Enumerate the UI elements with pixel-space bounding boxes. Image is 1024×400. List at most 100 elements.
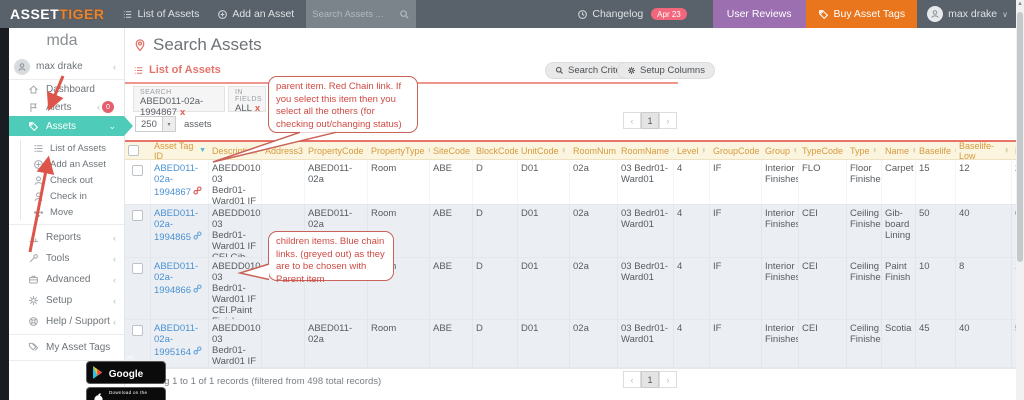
cell-address3 [262, 320, 305, 367]
cell-typecode: CEI [799, 258, 847, 319]
column-header-description[interactable]: Description▲▼ [209, 142, 262, 159]
prev-page-button[interactable]: ‹ [623, 371, 641, 388]
divider [125, 368, 1016, 369]
sidebar-item-my-asset-tags[interactable]: My Asset Tags [0, 337, 124, 358]
sidebar-item-tools[interactable]: Tools ‹ [0, 248, 124, 269]
sidebar-user-menu[interactable]: max drake ‹ [0, 54, 124, 80]
wrench-icon [29, 254, 38, 263]
list-icon [124, 10, 132, 18]
topnav-add-an-asset[interactable]: Add an Asset [217, 8, 294, 20]
sidebar-item-alerts[interactable]: Alerts 0 ‹ [0, 98, 124, 116]
column-header-group[interactable]: Group ▲ ▼ [762, 142, 799, 159]
buy-asset-tags-button[interactable]: Buy Asset Tags [805, 0, 918, 28]
annotation-parent-item-note: parent item. Red Chain link. If you sele… [268, 76, 418, 133]
column-header-name[interactable]: Name ▲ ▼ [882, 142, 916, 159]
page-number-button[interactable]: 1 [641, 371, 659, 388]
column-header-propertytype[interactable]: PropertyType ▲ ▼ [368, 142, 430, 159]
cell-group: Interior Finishes [762, 320, 799, 367]
assettiger-logo[interactable]: ASSETTIGER [10, 6, 104, 22]
sidebar-item-setup[interactable]: Setup ‹ [0, 290, 124, 311]
asset-tag-link[interactable]: ABED011-02a-1994865 [154, 208, 198, 243]
cell-group: Interior Finishes [762, 205, 799, 257]
cell-level: 4 [674, 320, 710, 367]
user-menu[interactable]: max drake ∨ [927, 6, 1008, 22]
column-header-groupcode[interactable]: GroupCode▲▼ [710, 142, 762, 159]
table-row: ABED011-02a-1994865 ABEDD0102a 03 Bedr01-… [125, 205, 1016, 258]
sidebar-item-add-an-asset[interactable]: Add an Asset [21, 156, 124, 172]
scrollbar-thumb[interactable] [1017, 12, 1023, 262]
next-page-button[interactable]: › [659, 371, 677, 388]
assets-table: Asset Tag ID▼Description▲▼Address3▲▼Prop… [125, 140, 1016, 368]
chevron-left-icon: ‹ [113, 274, 116, 285]
chain-link-icon [193, 231, 202, 240]
scrollbar-up-arrow[interactable]: ▲ [1016, 1, 1024, 7]
search-icon [555, 66, 563, 74]
cell-typecode: FLO [799, 160, 847, 204]
logo-asset: ASSET [10, 6, 60, 22]
chevron-down-icon: ∨ [1002, 9, 1008, 19]
vertical-scrollbar[interactable]: ▲ [1016, 0, 1024, 400]
search-icon[interactable] [399, 9, 410, 20]
cell-groupcode: IF [710, 258, 762, 319]
column-header-typecode[interactable]: TypeCode▲▼ [799, 142, 847, 159]
apple-icon [94, 393, 103, 400]
cell-group: Interior Finishes [762, 258, 799, 319]
next-page-button[interactable]: › [659, 112, 677, 129]
column-header-blockcode[interactable]: BlockCode▲▼ [473, 142, 518, 159]
tags-icon [28, 342, 39, 351]
column-header-level[interactable]: Level ▲ ▼ [674, 142, 710, 159]
app-store-badge[interactable]: Download on theApp Store [86, 387, 166, 400]
column-header-propertycode[interactable]: PropertyCode▲▼ [305, 142, 368, 159]
topnav-list-of-assets[interactable]: List of Assets [122, 8, 199, 20]
page-size-dropdown-arrow[interactable]: ▾ [163, 116, 176, 132]
sidebar-item-dashboard[interactable]: Dashboard [0, 80, 124, 98]
sidebar-item-check-out[interactable]: Check out [21, 172, 124, 188]
person-icon [931, 10, 939, 18]
sidebar-item-check-in[interactable]: Check in [21, 188, 124, 204]
column-header-roomnum[interactable]: RoomNum▲▼ [570, 142, 618, 159]
asset-tag-cell: ABED011-02a-1994865 [151, 205, 209, 257]
column-header-sitecode[interactable]: SiteCode▲▼ [430, 142, 473, 159]
column-header-asset-tag-id[interactable]: Asset Tag ID ▼ [151, 142, 209, 159]
cell-typecode: CEI [799, 320, 847, 367]
column-header-roomname[interactable]: RoomName▲▼ [618, 142, 674, 159]
google-play-icon [93, 366, 103, 379]
organization-name: mda [46, 32, 78, 49]
move-icon [33, 207, 44, 217]
sidebar-item-help-support[interactable]: Help / Support ‹ [0, 311, 124, 332]
briefcase-icon [29, 275, 38, 284]
row-checkbox[interactable] [132, 165, 143, 176]
cell-baselife: 15 [916, 160, 956, 204]
sidebar-item-move[interactable]: Move [21, 204, 124, 220]
prev-page-button[interactable]: ‹ [623, 112, 641, 129]
column-header-baselife[interactable]: Baselife▲▼ [916, 142, 956, 159]
sidebar-item-advanced[interactable]: Advanced ‹ [0, 269, 124, 290]
setup-columns-button[interactable]: Setup Columns [617, 62, 715, 79]
row-checkbox[interactable] [132, 210, 143, 221]
tag-icon [29, 121, 39, 131]
sidebar-item-list-of-assets[interactable]: List of Assets [21, 140, 124, 156]
cell-baselife: 10 [916, 258, 956, 319]
column-header-unitcode[interactable]: UnitCode ▲ ▼ [518, 142, 570, 159]
column-header-baselife-low[interactable]: Baselife-Low ▲ ▼ [956, 142, 1012, 159]
sidebar-item-reports[interactable]: Reports ‹ [0, 227, 124, 248]
cell-roomname: 03 Bedr01-Ward01 [618, 258, 674, 319]
changelog-button[interactable]: Changelog Apr 23 [577, 8, 687, 20]
row-checkbox[interactable] [132, 325, 143, 336]
assets-submenu: List of Assets Add an Asset Check out Ch… [20, 140, 124, 220]
sort-icon: ▲▼ [793, 146, 798, 154]
column-header-type[interactable]: Type ▲ ▼ [847, 142, 882, 159]
select-all-checkbox[interactable] [128, 145, 139, 156]
asset-tag-link[interactable]: ABED011-02a-1994866 [154, 261, 198, 296]
left-edge-strip [0, 28, 9, 400]
sidebar-item-assets[interactable]: Assets ⌄ [0, 116, 133, 136]
asset-tag-link[interactable]: ABED011-02a-1994867 [154, 163, 198, 198]
search-input[interactable] [312, 8, 400, 20]
row-checkbox[interactable] [132, 263, 143, 274]
topnav-label: List of Assets [137, 8, 200, 20]
remove-filter-button[interactable]: x [255, 103, 260, 114]
page-number-button[interactable]: 1 [641, 112, 659, 129]
column-header-address3[interactable]: Address3▲▼ [262, 142, 305, 159]
page-size-select[interactable]: 250 [135, 116, 163, 132]
user-reviews-button[interactable]: User Reviews [712, 0, 806, 28]
